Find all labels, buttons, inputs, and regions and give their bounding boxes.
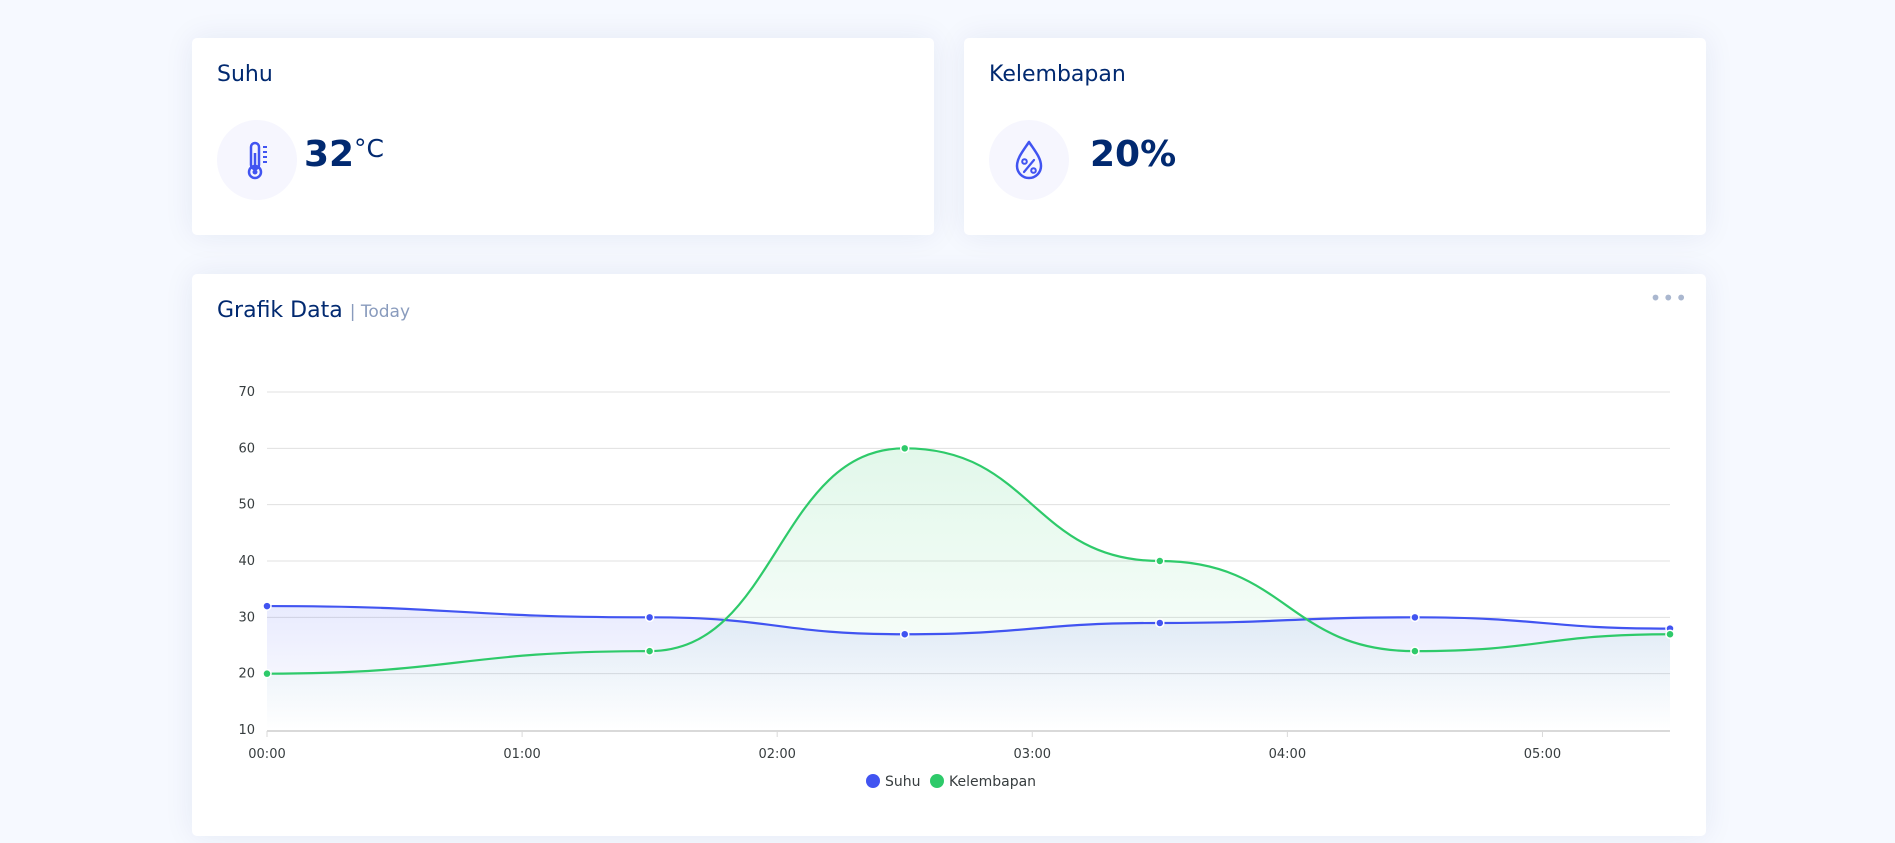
- thermometer-icon: [247, 141, 267, 180]
- legend-marker[interactable]: [866, 774, 880, 788]
- data-point[interactable]: [1665, 629, 1675, 639]
- temperature-card: Suhu 32 °C: [192, 38, 934, 235]
- x-tick-label: 02:00: [758, 747, 795, 762]
- data-point[interactable]: [644, 646, 655, 656]
- line-chart: 10 20 30 40 50 60 70 00:00 01:00 02:00 03:00 04:00 0…: [238, 385, 1675, 790]
- humidity-card: Kelembapan 20%: [964, 38, 1706, 235]
- x-tick-label: 03:00: [1014, 747, 1051, 762]
- y-tick-label: 70: [238, 385, 255, 400]
- chart-areas: [267, 448, 1670, 730]
- temperature-unit: °C: [354, 134, 384, 163]
- y-tick-label: 20: [238, 667, 255, 682]
- x-tick-label: 04:00: [1269, 747, 1306, 762]
- y-tick-label: 50: [238, 498, 255, 513]
- data-point[interactable]: [1155, 618, 1165, 628]
- data-point[interactable]: [1410, 646, 1420, 656]
- data-point[interactable]: [899, 443, 910, 454]
- chart-card: Grafik Data | Today ••• 10 20 30 40 50 60 70 00…: [192, 274, 1706, 836]
- temperature-icon-circle: [217, 120, 297, 200]
- x-tick-label: 01:00: [503, 747, 540, 762]
- data-point[interactable]: [262, 601, 272, 611]
- data-point[interactable]: [899, 629, 910, 639]
- legend-label[interactable]: Kelembapan: [949, 774, 1036, 790]
- data-point[interactable]: [644, 612, 655, 623]
- chart-legend: Suhu Kelembapan: [866, 774, 1036, 790]
- x-tick-label: 00:00: [248, 747, 285, 762]
- series-area-1: [267, 448, 1670, 730]
- humidity-title: Kelembapan: [989, 62, 1126, 87]
- humidity-value: 20%: [1090, 134, 1177, 175]
- temperature-title: Suhu: [217, 62, 273, 87]
- y-tick-label: 40: [238, 554, 255, 569]
- temperature-value: 32: [304, 134, 355, 175]
- droplet-percent-icon: [1015, 140, 1043, 180]
- legend-label[interactable]: Suhu: [885, 774, 921, 790]
- y-tick-label: 30: [238, 610, 255, 625]
- data-point[interactable]: [262, 668, 272, 679]
- data-point[interactable]: [1410, 612, 1420, 623]
- data-point[interactable]: [1155, 556, 1165, 566]
- humidity-icon-circle: [989, 120, 1069, 200]
- x-tick-label: 05:00: [1524, 747, 1561, 762]
- legend-marker[interactable]: [930, 774, 944, 788]
- y-tick-label: 10: [238, 723, 255, 738]
- y-tick-label: 60: [238, 441, 255, 456]
